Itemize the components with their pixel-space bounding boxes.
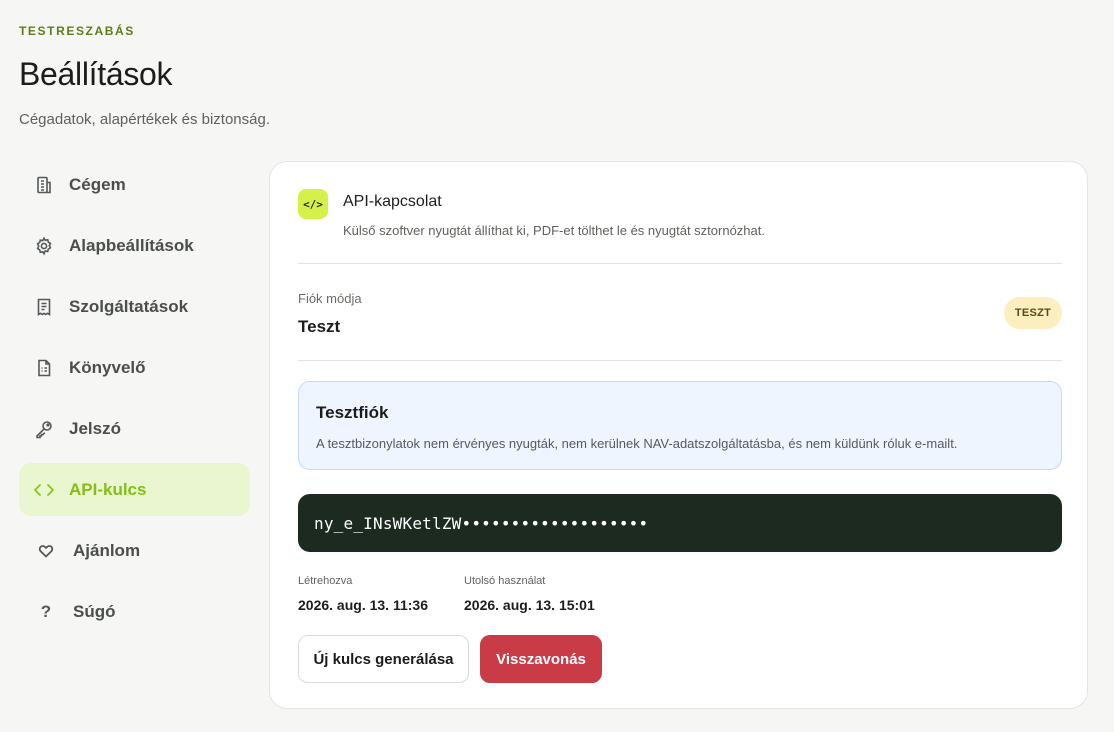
api-key-card: </> API-kapcsolat Külső szoftver nyugtát…: [269, 161, 1088, 709]
gear-icon: [33, 235, 55, 257]
notice-text: A tesztbizonylatok nem érvényes nyugták,…: [316, 436, 958, 451]
sidebar-item-cegem[interactable]: Cégem: [19, 158, 250, 211]
sidebar-item-label: Ajánlom: [73, 540, 141, 560]
page-title: Beállítások: [19, 56, 173, 92]
api-key-value: ny_e_INsWKetlZW•••••••••••••••••••: [314, 513, 649, 533]
code-icon: [33, 479, 55, 501]
page-subtitle: Cégadatok, alapértékek és biztonság.: [19, 111, 270, 128]
sidebar-item-sugo[interactable]: ? Súgó: [19, 585, 250, 638]
created-value: 2026. aug. 13. 11:36: [298, 597, 428, 613]
api-key-field[interactable]: ny_e_INsWKetlZW•••••••••••••••••••: [298, 494, 1062, 552]
generate-new-key-button[interactable]: Új kulcs generálása: [298, 635, 469, 683]
sidebar-item-szolgaltatasok[interactable]: Szolgáltatások: [19, 280, 250, 333]
sidebar-item-alapbeallitasok[interactable]: Alapbeállítások: [19, 219, 250, 272]
sidebar-item-ajanlom[interactable]: Ajánlom: [19, 524, 250, 577]
sidebar-item-api-kulcs[interactable]: API-kulcs: [19, 463, 250, 516]
sidebar-item-jelszo[interactable]: Jelszó: [19, 402, 250, 455]
page-eyebrow: TESTRESZABÁS: [19, 24, 135, 38]
sidebar-item-label: Szolgáltatások: [69, 296, 189, 316]
account-mode-label: Fiók módja: [298, 291, 362, 306]
test-account-notice: Tesztfiók A tesztbizonylatok nem érvénye…: [298, 381, 1062, 470]
account-mode-value: Teszt: [298, 317, 341, 336]
sidebar-item-konyvelo[interactable]: Könyvelő: [19, 341, 250, 394]
created-label: Létrehozva: [298, 575, 353, 587]
divider: [298, 360, 1062, 361]
notice-title: Tesztfiók: [316, 403, 389, 422]
last-used-label: Utolsó használat: [464, 575, 546, 587]
api-section-description: Külső szoftver nyugtát állíthat ki, PDF-…: [343, 223, 765, 238]
ledger-icon: [33, 357, 55, 379]
settings-sidebar: Cégem Alapbeállítások Szolgáltatások Kön…: [19, 158, 250, 646]
sidebar-item-label: Súgó: [73, 601, 116, 621]
sidebar-item-label: Cégem: [69, 174, 126, 194]
api-code-icon: </>: [298, 189, 328, 219]
revoke-key-button[interactable]: Visszavonás: [480, 635, 602, 683]
sidebar-item-label: Alapbeállítások: [69, 235, 194, 255]
heart-icon: [35, 540, 57, 562]
key-icon: [33, 418, 55, 440]
sidebar-item-label: API-kulcs: [69, 479, 147, 499]
document-list-icon: [33, 296, 55, 318]
sidebar-item-label: Könyvelő: [69, 357, 146, 377]
last-used-value: 2026. aug. 13. 15:01: [464, 597, 595, 613]
test-mode-badge: TESZT: [1004, 297, 1062, 329]
building-icon: [33, 174, 55, 196]
divider: [298, 263, 1062, 264]
question-icon: ?: [40, 601, 52, 621]
sidebar-item-label: Jelszó: [69, 418, 121, 438]
api-section-title: API-kapcsolat: [343, 193, 442, 210]
